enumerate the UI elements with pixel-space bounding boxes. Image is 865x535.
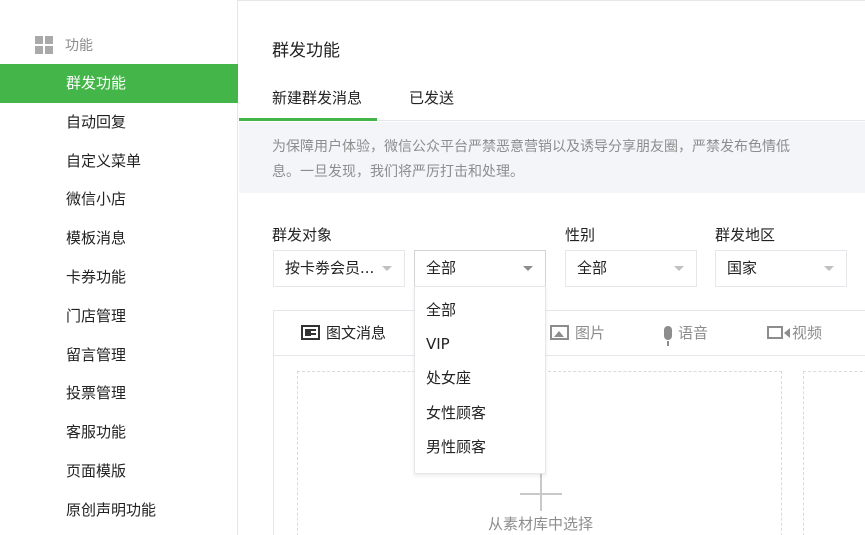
dropdown-option-female-customers[interactable]: 女性顾客 [415, 396, 545, 430]
active-tab-indicator [239, 118, 377, 121]
video-icon [767, 326, 790, 339]
sidebar-item-original-declaration[interactable]: 原创声明功能 [0, 491, 238, 530]
target-label: 群发对象 [272, 226, 333, 244]
image-icon [550, 325, 569, 340]
message-editor: 图文消息 图片 语音 视频 从素材库中选择 [273, 310, 865, 535]
tab-new-mass-message[interactable]: 新建群发消息 [272, 87, 362, 108]
secondary-drop-area[interactable] [803, 371, 865, 535]
message-type-tabs: 图文消息 图片 语音 视频 [274, 311, 865, 356]
sidebar-section-label: 功能 [65, 38, 93, 54]
notice-line-2: 息。一旦发现，我们将严厉打击和处理。 [272, 164, 524, 180]
chevron-down-icon [824, 266, 834, 271]
group-select[interactable]: 全部 [414, 250, 546, 287]
tab-voice[interactable]: 语音 [664, 322, 709, 346]
sidebar-item-wechat-shop[interactable]: 微信小店 [0, 180, 238, 219]
dropdown-option-virgo[interactable]: 处女座 [415, 361, 545, 395]
tab-image-label: 图片 [575, 324, 606, 342]
voice-icon [664, 325, 672, 346]
tab-bar: 新建群发消息 已发送 [239, 76, 865, 121]
tab-news-message-label: 图文消息 [326, 324, 387, 342]
target-select[interactable]: 按卡劵会员... [273, 250, 405, 287]
sidebar-item-page-templates[interactable]: 页面模版 [0, 452, 238, 491]
region-select[interactable]: 国家 [715, 250, 847, 287]
sidebar: 功能 群发功能 自动回复 自定义菜单 微信小店 模板消息 卡券功能 门店管理 留… [0, 0, 238, 535]
tab-sent[interactable]: 已发送 [409, 87, 454, 108]
tab-video[interactable]: 视频 [767, 322, 822, 343]
plus-icon-vertical [540, 473, 542, 511]
sidebar-item-mass-send[interactable]: 群发功能 [0, 64, 238, 103]
sidebar-section-header: 功能 [35, 36, 93, 54]
chevron-down-icon [382, 266, 392, 271]
group-select-value: 全部 [426, 259, 457, 277]
sidebar-item-template-message[interactable]: 模板消息 [0, 219, 238, 258]
dropdown-option-all[interactable]: 全部 [415, 293, 545, 327]
sidebar-item-store-management[interactable]: 门店管理 [0, 297, 238, 336]
sidebar-item-auto-reply[interactable]: 自动回复 [0, 103, 238, 142]
region-select-value: 国家 [727, 259, 758, 277]
chevron-down-icon [674, 266, 684, 271]
sidebar-item-custom-menu[interactable]: 自定义菜单 [0, 142, 238, 181]
chevron-down-icon [523, 266, 533, 271]
page-title: 群发功能 [272, 41, 340, 61]
gender-label: 性别 [565, 226, 596, 244]
notice-line-1: 为保障用户体验，微信公众平台严禁恶意营销以及诱导分享朋友圈，严禁发布色情低 [272, 139, 790, 155]
gender-select[interactable]: 全部 [565, 250, 697, 287]
region-label: 群发地区 [715, 226, 776, 244]
group-dropdown-menu: 全部 VIP 处女座 女性顾客 男性顾客 [414, 286, 546, 474]
tab-image[interactable]: 图片 [550, 322, 605, 343]
policy-notice: 为保障用户体验，微信公众平台严禁恶意营销以及诱导分享朋友圈，严禁发布色情低 息。… [239, 122, 865, 193]
dropdown-option-vip[interactable]: VIP [415, 327, 545, 361]
gender-select-value: 全部 [577, 259, 608, 277]
sidebar-menu: 群发功能 自动回复 自定义菜单 微信小店 模板消息 卡券功能 门店管理 留言管理… [0, 64, 238, 530]
grid-icon [35, 36, 53, 54]
select-from-library-label: 从素材库中选择 [487, 515, 593, 533]
sidebar-item-coupons[interactable]: 卡券功能 [0, 258, 238, 297]
target-select-value: 按卡劵会员... [285, 259, 375, 277]
sidebar-item-comment-management[interactable]: 留言管理 [0, 336, 238, 375]
sidebar-item-customer-service[interactable]: 客服功能 [0, 413, 238, 452]
dropdown-option-male-customers[interactable]: 男性顾客 [415, 430, 545, 464]
main-panel: 群发功能 新建群发消息 已发送 为保障用户体验，微信公众平台严禁恶意营销以及诱导… [239, 0, 865, 535]
tab-video-label: 视频 [792, 324, 823, 342]
tab-news-message[interactable]: 图文消息 [301, 322, 386, 343]
tab-voice-label: 语音 [678, 324, 709, 342]
sidebar-item-vote-management[interactable]: 投票管理 [0, 374, 238, 413]
news-icon [301, 325, 320, 340]
